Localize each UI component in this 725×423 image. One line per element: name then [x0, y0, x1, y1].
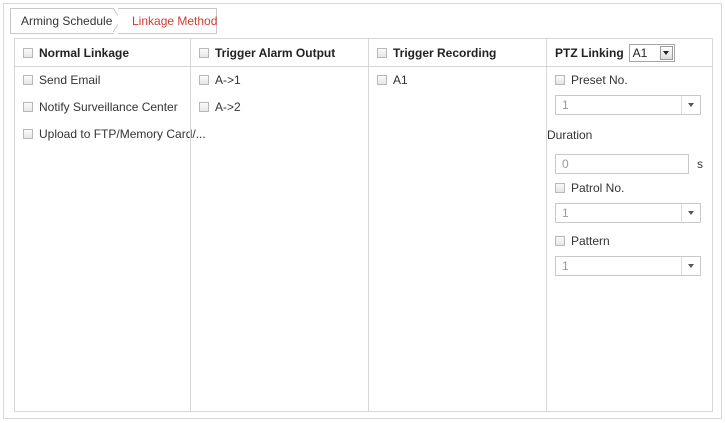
pattern-value: 1 [562, 259, 569, 273]
upload-ftp-option: Upload to FTP/Memory Card/... [23, 126, 206, 142]
alarm-output-2-checkbox[interactable] [199, 102, 209, 112]
alarm-output-select-all-checkbox[interactable] [199, 47, 209, 58]
column-trigger-recording: Trigger Recording A1 [368, 39, 547, 411]
chevron-down-icon [681, 96, 700, 114]
pattern-option: Pattern [555, 233, 610, 249]
column-title: Trigger Alarm Output [215, 45, 336, 60]
column-normal-linkage: Normal Linkage Send Email Notify Surveil… [15, 39, 206, 411]
column-header-trigger-recording: Trigger Recording [369, 39, 547, 67]
linkage-table: Normal Linkage Send Email Notify Surveil… [14, 38, 713, 412]
option-label: A1 [393, 73, 408, 87]
duration-unit: s [697, 157, 703, 171]
recording-a1-checkbox[interactable] [377, 75, 387, 85]
duration-label: Duration [547, 128, 593, 142]
recording-channel-option: A1 [377, 72, 408, 88]
option-label: Send Email [39, 73, 101, 87]
normal-linkage-select-all-checkbox[interactable] [23, 47, 33, 58]
option-label: Pattern [571, 234, 610, 248]
preset-number-value: 1 [562, 98, 569, 112]
option-label: Upload to FTP/Memory Card/... [39, 127, 206, 141]
preset-checkbox[interactable] [555, 75, 565, 85]
pattern-checkbox[interactable] [555, 236, 565, 246]
send-email-checkbox[interactable] [23, 75, 33, 85]
ptz-camera-select[interactable]: A1 [628, 43, 675, 62]
notify-center-checkbox[interactable] [23, 102, 33, 112]
option-label: Preset No. [571, 73, 628, 87]
option-label: A->2 [215, 100, 241, 114]
pattern-select[interactable]: 1 [555, 256, 701, 276]
tab-linkage-method[interactable]: Linkage Method [118, 8, 217, 34]
alarm-output-1-checkbox[interactable] [199, 75, 209, 85]
duration-value: 0 [562, 157, 569, 171]
alarm-output-option: A->2 [199, 99, 241, 115]
column-header-normal-linkage: Normal Linkage [15, 39, 190, 67]
notify-center-option: Notify Surveillance Center [23, 99, 178, 115]
column-title: Trigger Recording [393, 45, 497, 60]
recording-select-all-checkbox[interactable] [377, 47, 387, 58]
duration-input[interactable]: 0 [555, 154, 689, 174]
column-ptz-linking: PTZ Linking A1 Preset No. 1 Duration 0 s… [546, 39, 712, 411]
patrol-number-value: 1 [562, 206, 569, 220]
patrol-number-select[interactable]: 1 [555, 203, 701, 223]
column-trigger-alarm-output: Trigger Alarm Output A->1 A->2 [190, 39, 369, 411]
patrol-checkbox[interactable] [555, 183, 565, 193]
option-label: Patrol No. [571, 181, 625, 195]
alarm-output-option: A->1 [199, 72, 241, 88]
chevron-down-icon [659, 45, 673, 60]
column-title: PTZ Linking [555, 45, 624, 60]
option-label: Notify Surveillance Center [39, 100, 178, 114]
send-email-option: Send Email [23, 72, 100, 88]
column-header-trigger-alarm-output: Trigger Alarm Output [191, 39, 369, 67]
option-label: A->1 [215, 73, 241, 87]
preset-option: Preset No. [555, 72, 628, 88]
ptz-camera-value: A1 [632, 45, 648, 60]
preset-number-select[interactable]: 1 [555, 95, 701, 115]
chevron-down-icon [681, 204, 700, 222]
column-title: Normal Linkage [39, 45, 130, 60]
upload-ftp-checkbox[interactable] [23, 129, 33, 139]
chevron-down-icon [681, 257, 700, 275]
patrol-option: Patrol No. [555, 180, 624, 196]
tab-arming-schedule[interactable]: Arming Schedule [10, 8, 114, 34]
column-header-ptz-linking: PTZ Linking A1 [547, 39, 712, 67]
